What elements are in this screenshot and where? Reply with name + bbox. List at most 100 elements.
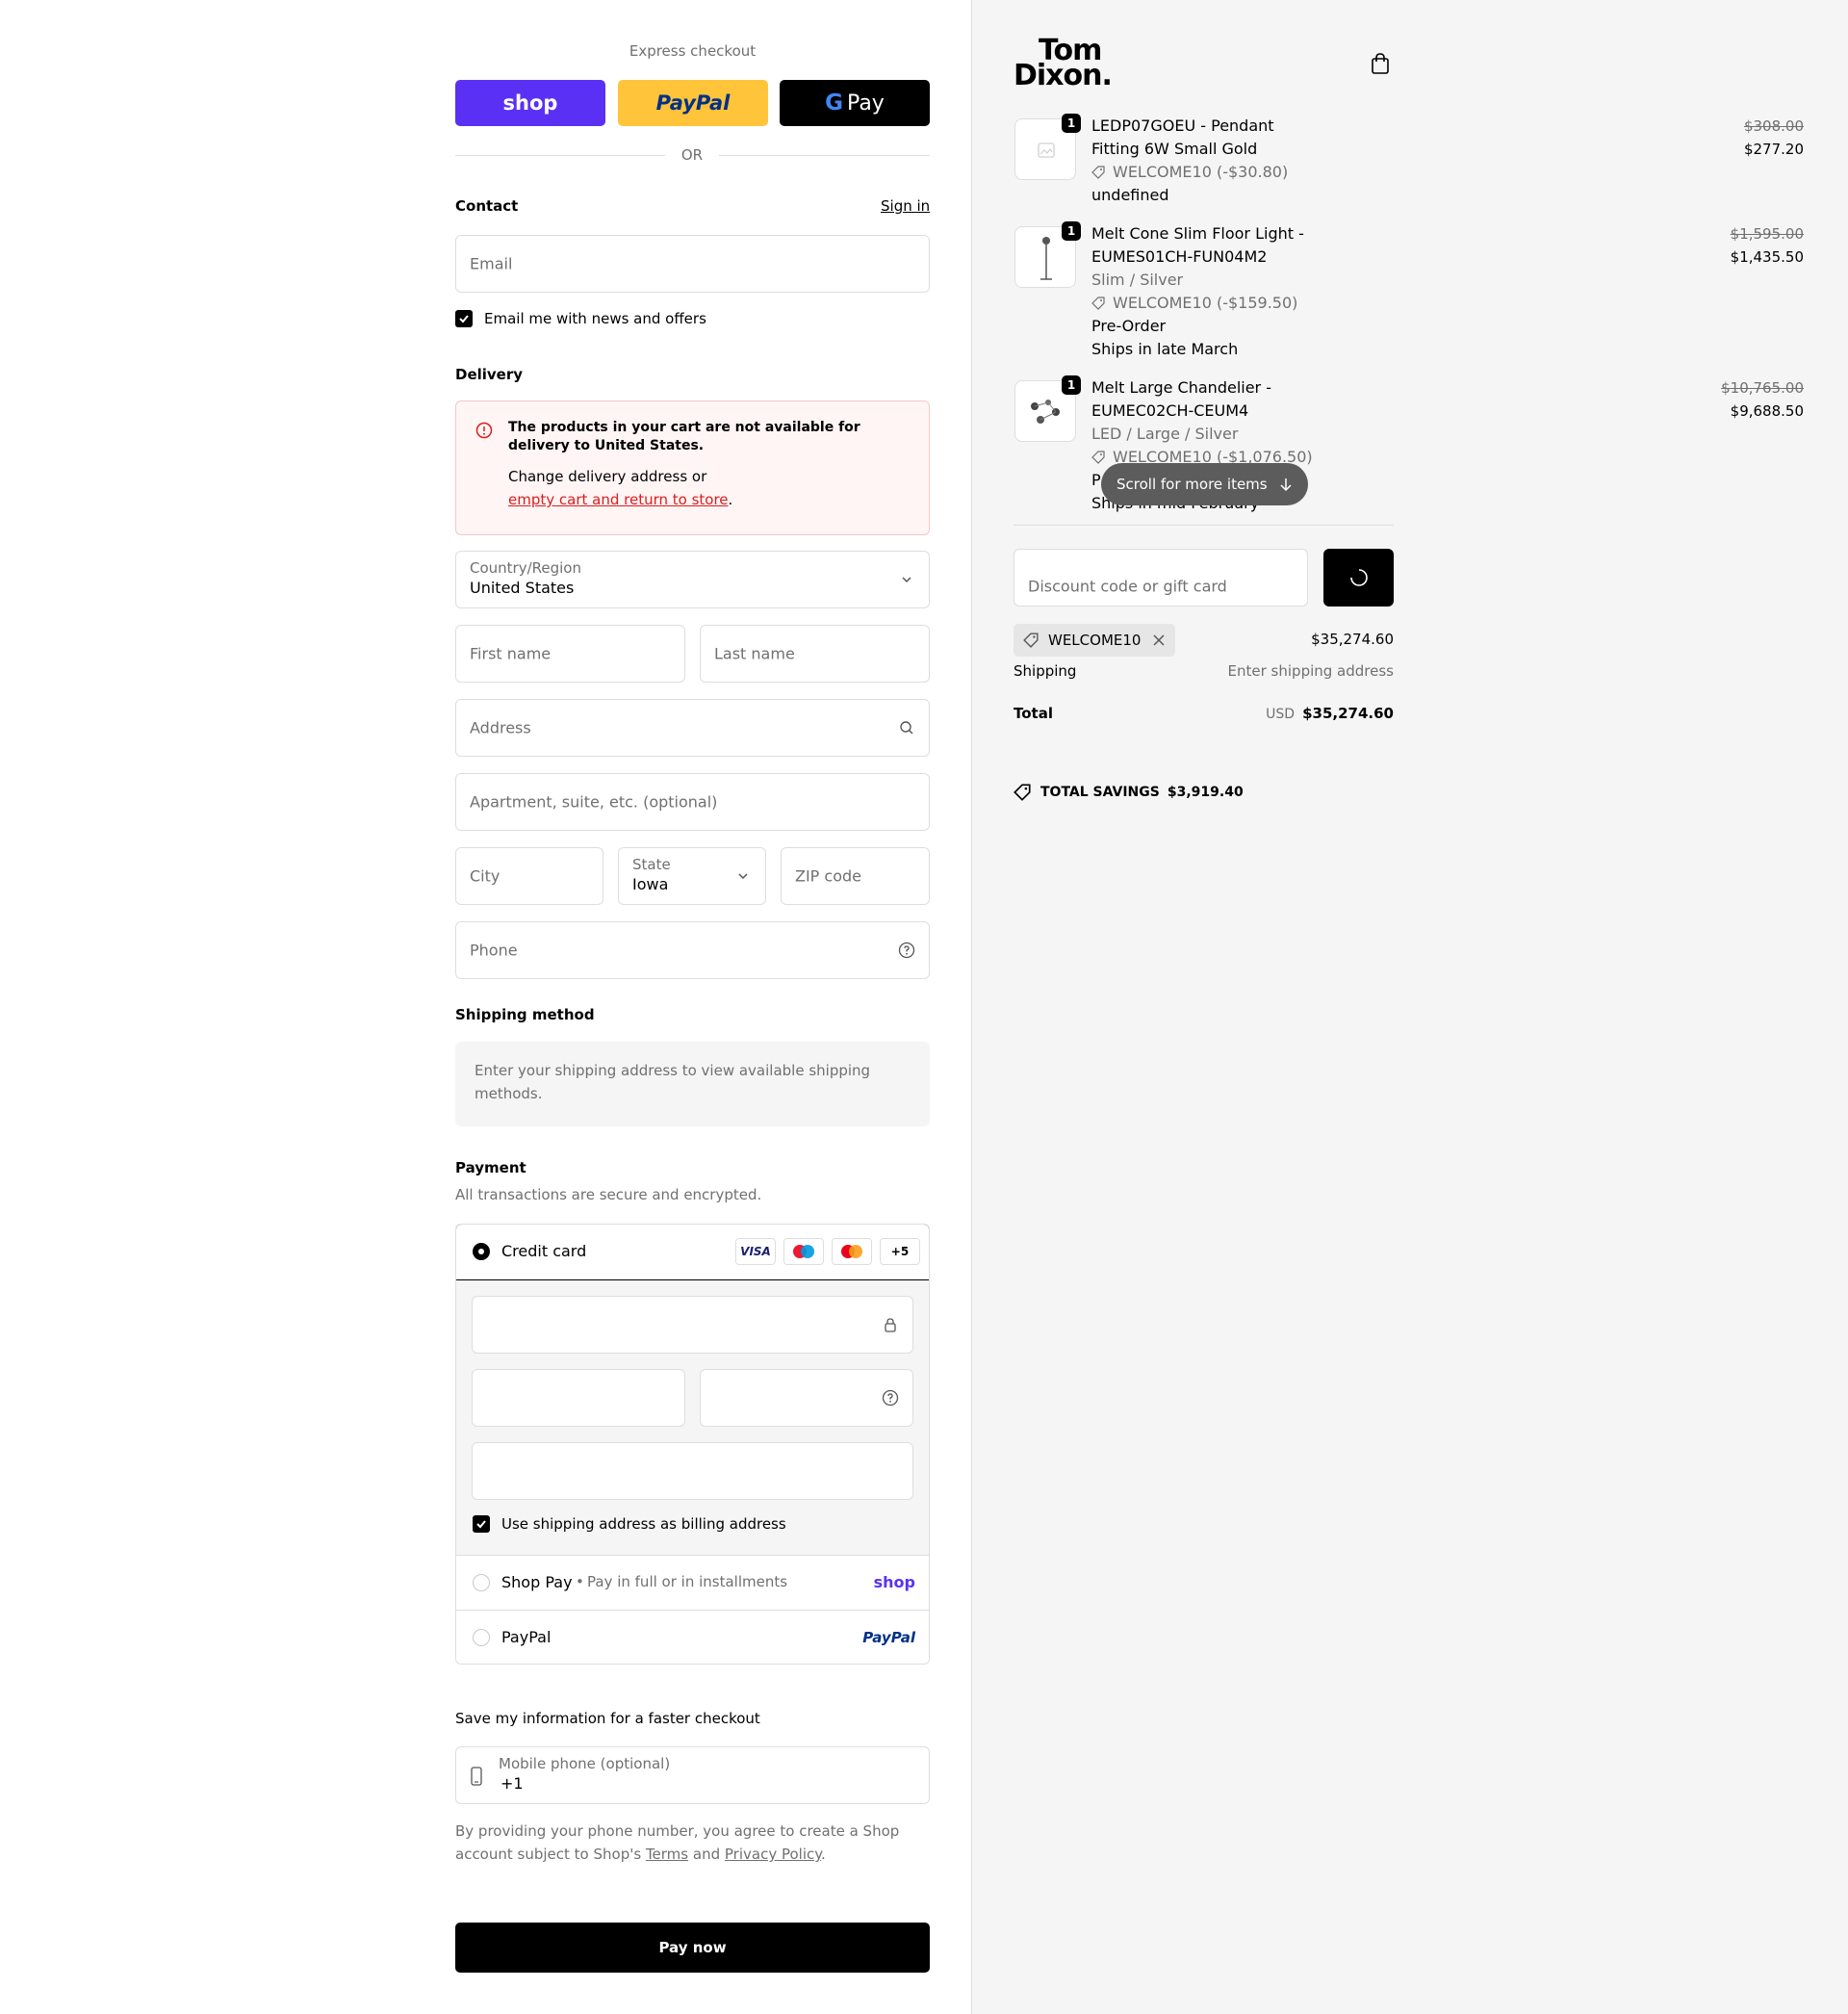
country-select[interactable]: Country/Region United States [455, 551, 930, 608]
phone-field[interactable]: Phone [455, 921, 930, 979]
paypal-radio[interactable] [473, 1629, 490, 1646]
cart-item-price: $10,765.00 $9,688.50 [1721, 376, 1804, 423]
quantity-badge: 1 [1062, 114, 1081, 133]
zip-field[interactable]: ZIP code [781, 847, 930, 905]
error-tail: . [728, 491, 733, 508]
item-extra: undefined [1091, 186, 1169, 204]
checkmark-icon [459, 315, 469, 323]
last-name-placeholder: Last name [714, 644, 795, 663]
scroll-more-items-button[interactable]: Scroll for more items [1101, 463, 1308, 505]
apply-discount-button[interactable] [1323, 549, 1394, 607]
quantity-badge: 1 [1062, 375, 1081, 395]
shop-pay-logo: shop [873, 1573, 915, 1591]
item-name: Melt Cone Slim Floor Light - EUMES01CH-F… [1091, 224, 1304, 266]
shop-disclaimer: By providing your phone number, you agre… [455, 1820, 930, 1866]
credit-card-option[interactable]: Credit card VISA +5 [456, 1225, 929, 1280]
discounted-price: $277.20 [1743, 141, 1804, 158]
cart-items-list[interactable]: 1 LEDP07GOEU - Pendant Fitting 6W Small … [972, 109, 1848, 513]
mobile-phone-icon [471, 1767, 482, 1786]
item-discount: WELCOME10 (-$159.50) [1091, 292, 1322, 315]
floor-light-image [1040, 237, 1052, 280]
news-checkbox-row[interactable]: Email me with news and offers [455, 310, 706, 327]
item-extra: Pre-Order [1091, 317, 1167, 335]
shop-pay-radio[interactable] [473, 1574, 490, 1591]
total-amount: USD $35,274.60 [1266, 705, 1394, 722]
shipping-method-notice: Enter your shipping address to view avai… [455, 1042, 930, 1126]
pay-now-button[interactable]: Pay now [455, 1923, 930, 1973]
card-expiry-field[interactable] [472, 1369, 685, 1427]
apartment-field[interactable]: Apartment, suite, etc. (optional) [455, 773, 930, 831]
shop-pay-option[interactable]: Shop Pay • Pay in full or in installment… [456, 1555, 929, 1610]
item-variant: LED / Large / Silver [1091, 425, 1239, 443]
tom-dixon-logo[interactable]: Tom Dixon. [1014, 37, 1119, 92]
savings-label: TOTAL SAVINGS [1040, 785, 1160, 800]
logo-line-2: Dixon. [1014, 59, 1113, 92]
paypal-label: PayPal [501, 1628, 552, 1646]
payment-heading: Payment [455, 1159, 526, 1176]
applied-discount-chip: WELCOME10 [1014, 624, 1176, 657]
card-cvv-field[interactable] [700, 1369, 913, 1427]
search-icon [900, 721, 913, 735]
shipping-method-message: Enter your shipping address to view avai… [475, 1062, 871, 1102]
delivery-error-body: Change delivery address or [508, 468, 707, 485]
help-circle-icon[interactable] [882, 1389, 899, 1407]
state-select[interactable]: State Iowa [618, 847, 766, 905]
card-name-field[interactable] [472, 1442, 913, 1500]
empty-cart-link[interactable]: empty cart and return to store [508, 491, 729, 508]
mastercard-icon [832, 1238, 872, 1265]
credit-card-radio[interactable] [473, 1243, 490, 1260]
card-number-field[interactable] [472, 1296, 913, 1354]
mobile-label: Mobile phone (optional) [499, 1755, 671, 1772]
city-field[interactable]: City [455, 847, 603, 905]
cart-item-thumbnail: 1 [1014, 114, 1081, 180]
cart-item-details: Melt Cone Slim Floor Light - EUMES01CH-F… [1091, 222, 1322, 361]
discounted-price: $9,688.50 [1730, 402, 1804, 420]
zip-placeholder: ZIP code [795, 866, 861, 886]
cart-item-price: $1,595.00 $1,435.50 [1731, 222, 1804, 269]
savings-value: $3,919.40 [1167, 785, 1244, 800]
order-summary-panel: Tom Dixon. 1 LEDP07GOEU - Pendant Fittin… [971, 0, 1848, 2014]
total-savings: TOTAL SAVINGS $3,919.40 [1014, 784, 1244, 801]
apartment-placeholder: Apartment, suite, etc. (optional) [470, 792, 718, 812]
privacy-policy-link[interactable]: Privacy Policy [725, 1846, 821, 1863]
cart-item-thumbnail: 1 [1014, 375, 1081, 442]
divider-right [719, 155, 930, 156]
google-g-icon: G [825, 90, 844, 116]
paypal-option[interactable]: PayPal PayPal [456, 1610, 929, 1664]
shipping-label: Shipping [1014, 662, 1077, 680]
visa-icon: VISA [735, 1238, 776, 1265]
help-circle-icon[interactable] [898, 942, 915, 959]
delivery-error-banner: The products in your cart are not availa… [455, 400, 930, 535]
billing-checkbox[interactable] [473, 1515, 490, 1533]
disclaimer-period: . [820, 1846, 826, 1863]
billing-checkbox-row[interactable]: Use shipping address as billing address [473, 1515, 786, 1533]
sign-in-link[interactable]: Sign in [881, 197, 930, 215]
address-field[interactable]: Address [455, 699, 930, 757]
close-icon[interactable] [1152, 633, 1166, 647]
item-shipping-note: Ships in late March [1091, 340, 1239, 358]
or-divider-label: OR [680, 146, 704, 164]
shop-pay-express-button[interactable]: shop [455, 80, 605, 126]
chandelier-image [1031, 400, 1060, 424]
first-name-field[interactable]: First name [455, 625, 685, 683]
tag-icon [1023, 633, 1039, 648]
lock-icon [885, 1318, 896, 1332]
google-pay-express-button[interactable]: G Pay [780, 80, 930, 126]
mobile-phone-field[interactable]: Mobile phone (optional) +1 [455, 1746, 930, 1804]
email-field[interactable]: Email [455, 235, 930, 293]
country-label: Country/Region [470, 559, 581, 577]
item-variant: Slim / Silver [1091, 271, 1184, 289]
discount-code-field[interactable]: Discount code or gift card [1014, 549, 1308, 607]
terms-link[interactable]: Terms [646, 1846, 688, 1863]
shopping-bag-icon[interactable] [1370, 52, 1391, 75]
last-name-field[interactable]: Last name [700, 625, 930, 683]
news-checkbox[interactable] [455, 310, 473, 327]
phone-placeholder: Phone [470, 941, 518, 960]
chevron-down-icon [738, 873, 748, 880]
original-price: $10,765.00 [1721, 379, 1804, 397]
paypal-express-button[interactable]: PayPal [618, 80, 768, 126]
delivery-heading: Delivery [455, 366, 524, 383]
cart-item-details: LEDP07GOEU - Pendant Fitting 6W Small Go… [1091, 115, 1322, 207]
email-placeholder: Email [470, 254, 513, 273]
pay-now-label: Pay now [658, 1939, 727, 1956]
